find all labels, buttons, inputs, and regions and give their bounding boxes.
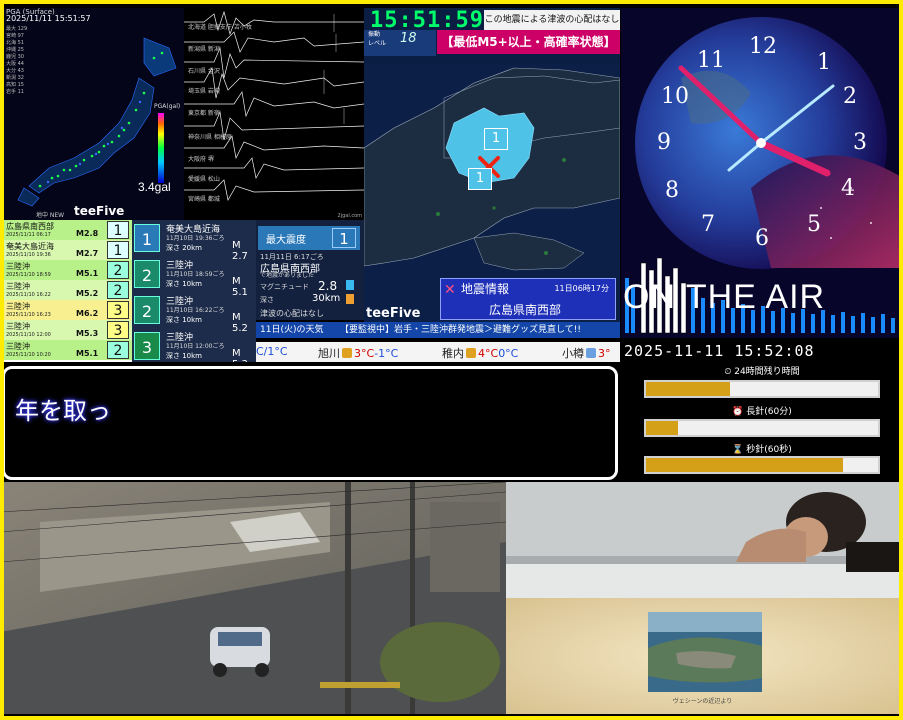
screen-frame [0, 0, 903, 720]
